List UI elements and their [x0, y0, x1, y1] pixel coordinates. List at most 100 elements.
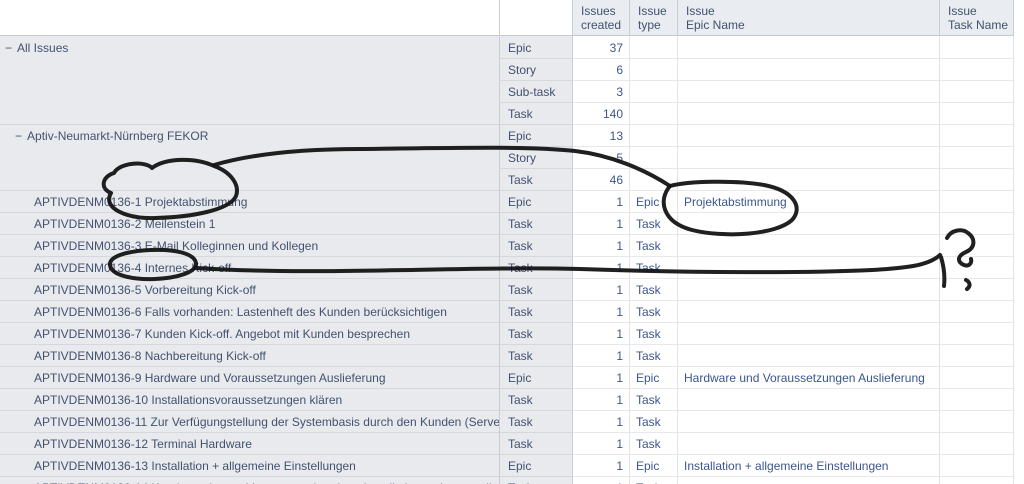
row-member-cell[interactable]: − Aptiv-Neumarkt-Nürnberg FEKOR	[0, 124, 500, 146]
issues-created-value-cell[interactable]: 1	[573, 344, 630, 366]
issue-type-member-cell[interactable]: Task	[500, 168, 573, 190]
issue-type-member-cell[interactable]: Epic	[500, 454, 573, 476]
issues-created-value-cell[interactable]: 1	[573, 234, 630, 256]
issue-type-member-cell[interactable]: Epic	[500, 366, 573, 388]
row-member-cell[interactable]	[0, 80, 500, 102]
task-name-property-cell	[940, 146, 1014, 168]
table-row: Story 5	[0, 146, 1024, 168]
collapse-toggle-icon[interactable]: −	[15, 129, 22, 143]
row-member-cell[interactable]	[0, 146, 500, 168]
header-type-area	[500, 0, 573, 36]
row-member-cell[interactable]: APTIVDENM0136-7 Kunden Kick-off. Angebot…	[0, 322, 500, 344]
issue-type-member-cell[interactable]: Task	[500, 256, 573, 278]
issues-created-value-cell[interactable]: 13	[573, 124, 630, 146]
issue-type-member-cell[interactable]: Task	[500, 322, 573, 344]
row-member-cell[interactable]: − All Issues	[0, 36, 500, 58]
row-member-cell[interactable]: APTIVDENM0136-14 Kunden anlegen, Lizenze…	[0, 476, 500, 484]
row-member-cell[interactable]: APTIVDENM0136-2 Meilenstein 1	[0, 212, 500, 234]
issue-type-member-cell[interactable]: Task	[500, 388, 573, 410]
row-member-cell[interactable]: APTIVDENM0136-3 E-Mail Kolleginnen und K…	[0, 234, 500, 256]
row-label: APTIVDENM0136-4 Internes Kick-off	[34, 260, 232, 275]
issue-type-member-cell[interactable]: Task	[500, 432, 573, 454]
row-label: APTIVDENM0136-14 Kunden anlegen, Lizenze…	[34, 481, 499, 484]
epic-name-property-cell	[678, 410, 940, 432]
row-label: APTIVDENM0136-10 Installationsvoraussetz…	[34, 392, 343, 407]
row-label: Aptiv-Neumarkt-Nürnberg FEKOR	[27, 128, 209, 143]
row-filler	[1014, 410, 1024, 432]
issues-created-value-cell[interactable]: 140	[573, 102, 630, 124]
issues-created-value-cell[interactable]: 1	[573, 454, 630, 476]
issues-created-value-cell[interactable]: 37	[573, 36, 630, 58]
issue-type-member-cell[interactable]: Task	[500, 102, 573, 124]
row-member-cell[interactable]: APTIVDENM0136-13 Installation + allgemei…	[0, 454, 500, 476]
row-filler	[1014, 366, 1024, 388]
issue-type-member-cell[interactable]: Story	[500, 58, 573, 80]
task-name-property-cell	[940, 102, 1014, 124]
issues-created-value-cell[interactable]: 5	[573, 146, 630, 168]
table-row: Sub-task 3	[0, 80, 1024, 102]
row-filler	[1014, 344, 1024, 366]
issue-type-property-cell: Task	[630, 234, 678, 256]
collapse-toggle-icon[interactable]: −	[5, 41, 12, 55]
row-label: APTIVDENM0136-3 E-Mail Kolleginnen und K…	[34, 238, 319, 253]
row-member-cell[interactable]: APTIVDENM0136-4 Internes Kick-off	[0, 256, 500, 278]
epic-name-property-cell	[678, 212, 940, 234]
issue-type-member-cell[interactable]: Task	[500, 476, 573, 484]
issue-type-member-cell[interactable]: Task	[500, 278, 573, 300]
issues-created-value-cell[interactable]: 6	[573, 58, 630, 80]
row-member-cell[interactable]	[0, 58, 500, 80]
task-name-property-cell	[940, 344, 1014, 366]
issue-type-member-cell[interactable]: Sub-task	[500, 80, 573, 102]
column-header-issue-type[interactable]: Issue type	[630, 0, 678, 36]
column-header-issue-epic-name[interactable]: Issue Epic Name	[678, 0, 940, 36]
issue-type-member-cell[interactable]: Task	[500, 234, 573, 256]
row-member-cell[interactable]: APTIVDENM0136-6 Falls vorhanden: Lastenh…	[0, 300, 500, 322]
row-member-cell[interactable]	[0, 168, 500, 190]
issue-type-member-cell[interactable]: Epic	[500, 124, 573, 146]
issue-type-member-cell[interactable]: Task	[500, 344, 573, 366]
task-name-property-cell	[940, 322, 1014, 344]
row-filler	[1014, 322, 1024, 344]
epic-name-property-cell	[678, 322, 940, 344]
row-member-cell[interactable]: APTIVDENM0136-1 Projektabstimmung	[0, 190, 500, 212]
issues-created-value-cell[interactable]: 1	[573, 190, 630, 212]
issue-type-property-cell: Task	[630, 410, 678, 432]
row-filler	[1014, 432, 1024, 454]
task-name-property-cell	[940, 256, 1014, 278]
task-name-property-cell	[940, 300, 1014, 322]
issue-type-member-cell[interactable]: Epic	[500, 190, 573, 212]
row-member-cell[interactable]	[0, 102, 500, 124]
issues-created-value-cell[interactable]: 1	[573, 322, 630, 344]
row-member-cell[interactable]: APTIVDENM0136-5 Vorbereitung Kick-off	[0, 278, 500, 300]
issues-created-value-cell[interactable]: 1	[573, 278, 630, 300]
issues-created-value-cell[interactable]: 1	[573, 388, 630, 410]
issue-type-member-cell[interactable]: Epic	[500, 36, 573, 58]
table-row: − Aptiv-Neumarkt-Nürnberg FEKOR Epic 13	[0, 124, 1024, 146]
row-filler	[1014, 146, 1024, 168]
table-row: APTIVDENM0136-5 Vorbereitung Kick-off Tas…	[0, 278, 1024, 300]
row-member-cell[interactable]: APTIVDENM0136-10 Installationsvoraussetz…	[0, 388, 500, 410]
issue-type-member-cell[interactable]: Task	[500, 212, 573, 234]
issue-type-member-cell[interactable]: Story	[500, 146, 573, 168]
row-member-cell[interactable]: APTIVDENM0136-11 Zur Verfügungstellung d…	[0, 410, 500, 432]
issues-created-value-cell[interactable]: 1	[573, 256, 630, 278]
table-row: APTIVDENM0136-4 Internes Kick-off Task 1 Ta…	[0, 256, 1024, 278]
issue-type-member-cell[interactable]: Task	[500, 410, 573, 432]
issues-created-value-cell[interactable]: 1	[573, 212, 630, 234]
issues-created-value-cell[interactable]: 46	[573, 168, 630, 190]
issue-type-member-cell[interactable]: Task	[500, 300, 573, 322]
epic-name-property-cell: Projektabstimmung	[678, 190, 940, 212]
row-member-cell[interactable]: APTIVDENM0136-9 Hardware und Voraussetzu…	[0, 366, 500, 388]
issues-created-value-cell[interactable]: 1	[573, 300, 630, 322]
column-header-issue-task-name[interactable]: Issue Task Name	[940, 0, 1014, 36]
issues-created-value-cell[interactable]: 3	[573, 80, 630, 102]
row-member-cell[interactable]: APTIVDENM0136-12 Terminal Hardware	[0, 432, 500, 454]
epic-name-property-cell	[678, 168, 940, 190]
issues-created-value-cell[interactable]: 1	[573, 366, 630, 388]
issues-created-value-cell[interactable]: 1	[573, 476, 630, 484]
table-row: APTIVDENM0136-1 Projektabstimmung Epic 1 Ep…	[0, 190, 1024, 212]
issues-created-value-cell[interactable]: 1	[573, 410, 630, 432]
issues-created-value-cell[interactable]: 1	[573, 432, 630, 454]
column-header-issues-created[interactable]: Issues created	[573, 0, 630, 36]
row-member-cell[interactable]: APTIVDENM0136-8 Nachbereitung Kick-off	[0, 344, 500, 366]
